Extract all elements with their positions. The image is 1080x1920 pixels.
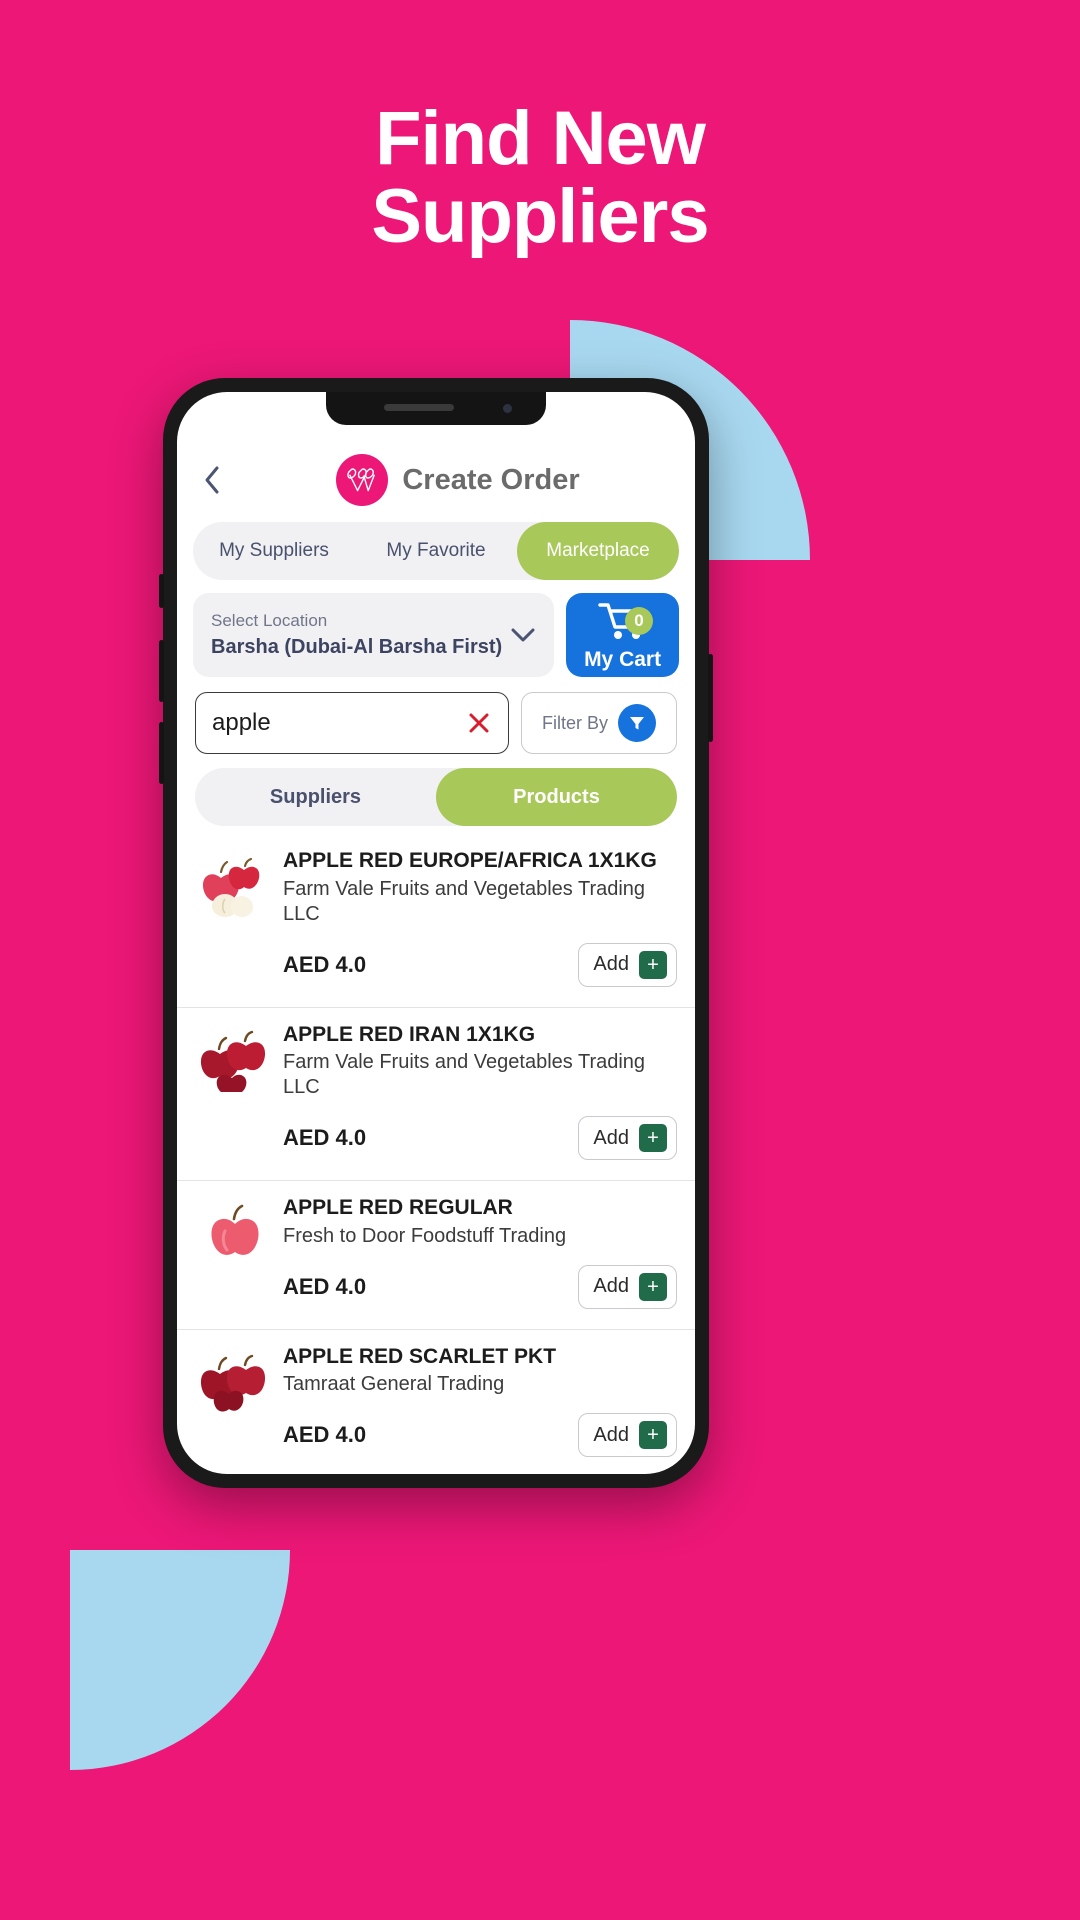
product-supplier: Farm Vale Fruits and Vegetables Trading … [283,877,646,925]
phone-mockup: Create Order My Suppliers My Favorite Ma… [159,378,713,1488]
main-tabs: My Suppliers My Favorite Marketplace [193,522,679,580]
tab-suppliers[interactable]: Suppliers [195,768,436,826]
my-cart-button[interactable]: 0 My Cart [566,593,679,677]
product-name: APPLE RED EUROPE/AFRICA 1X1KG [283,849,657,872]
headline-line-1: Find New [375,96,706,181]
main-tabs-container: My Suppliers My Favorite Marketplace [177,516,695,580]
price-row: AED 4.0 Add + [283,1413,677,1467]
product-supplier: Tamraat General Trading [283,1373,505,1396]
header-center: Create Order [239,454,677,506]
product-price: AED 4.0 [283,951,367,977]
funnel-icon [618,704,656,742]
product-price: AED 4.0 [283,1125,367,1151]
product-price: AED 4.0 [283,1273,367,1299]
result-tabs-container: Suppliers Products [177,754,695,826]
search-clear-button[interactable] [466,710,492,736]
phone-mute-switch [159,574,164,608]
cart-count-badge: 0 [625,607,653,635]
product-supplier: Farm Vale Fruits and Vegetables Trading … [283,1051,646,1099]
chevron-left-icon [205,466,219,494]
table-row[interactable]: APPLE RED IRAN 1X1KG Farm Vale Fruits an… [177,1006,695,1181]
search-row: apple Filter By [177,677,695,754]
apple-single-icon [195,1195,269,1329]
product-price: AED 4.0 [283,1422,367,1448]
product-name: APPLE RED REGULAR [283,1196,513,1220]
brand-logo-icon [336,454,389,506]
plus-icon: + [639,950,667,979]
phone-screen: Create Order My Suppliers My Favorite Ma… [177,392,695,1474]
chevron-down-icon[interactable] [510,627,536,643]
front-camera-icon [503,404,512,413]
tab-marketplace[interactable]: Marketplace [517,522,679,580]
tab-my-favorite[interactable]: My Favorite [355,522,517,580]
apples-cut-icon [195,848,269,1007]
product-info: APPLE RED SCARLET PKT Tamraat General Tr… [283,1344,677,1474]
product-info: APPLE RED IRAN 1X1KG Farm Vale Fruits an… [283,1022,677,1181]
add-label: Add [593,953,629,976]
back-button[interactable] [195,463,229,497]
close-x-icon [469,713,489,733]
decoration-bottom-left [70,1550,290,1770]
earpiece-speaker-icon [384,404,454,411]
apples-dark-icon [195,1022,269,1181]
product-name: APPLE RED SCARLET PKT [283,1344,557,1368]
cart-label: My Cart [584,648,662,671]
location-texts: Select Location Barsha (Dubai-Al Barsha … [211,611,502,659]
add-label: Add [593,1423,629,1446]
product-info: APPLE RED EUROPE/AFRICA 1X1KG Farm Vale … [283,848,677,1007]
table-row[interactable]: APPLE RED EUROPE/AFRICA 1X1KG Farm Vale … [177,834,695,1007]
location-selector[interactable]: Select Location Barsha (Dubai-Al Barsha … [193,593,555,677]
product-list: APPLE RED EUROPE/AFRICA 1X1KG Farm Vale … [177,834,695,1474]
search-value: apple [212,709,271,736]
product-name: APPLE RED IRAN 1X1KG [283,1022,536,1046]
phone-notch [326,392,546,425]
plus-icon: + [639,1272,667,1301]
search-input[interactable]: apple [195,692,509,754]
add-label: Add [593,1126,629,1149]
headline-line-2: Suppliers [371,173,709,259]
price-row: AED 4.0 Add + [283,1116,677,1170]
tab-products[interactable]: Products [436,768,677,826]
price-row: AED 4.0 Add + [283,1264,677,1319]
phone-power-button [708,654,713,742]
location-value: Barsha (Dubai-Al Barsha First) [211,636,503,658]
table-row[interactable]: APPLE RED SCARLET PKT Tamraat General Tr… [177,1328,695,1474]
add-to-cart-button[interactable]: Add + [578,1116,677,1161]
location-label: Select Location [211,611,328,630]
phone-volume-down-button [159,722,164,784]
phone-volume-up-button [159,640,164,702]
add-to-cart-button[interactable]: Add + [578,1264,677,1309]
product-info: APPLE RED REGULAR Fresh to Door Foodstuf… [283,1195,677,1329]
tab-my-suppliers[interactable]: My Suppliers [193,522,355,580]
table-row[interactable]: APPLE RED REGULAR Fresh to Door Foodstuf… [177,1180,695,1329]
filter-label: Filter By [541,712,608,733]
result-tabs: Suppliers Products [195,768,677,826]
price-row: AED 4.0 Add + [283,942,677,997]
filter-by-button[interactable]: Filter By [521,692,677,754]
location-cart-row: Select Location Barsha (Dubai-Al Barsha … [177,580,695,677]
add-to-cart-button[interactable]: Add + [578,942,677,987]
promo-headline: Find New Suppliers [0,100,1080,255]
product-supplier: Fresh to Door Foodstuff Trading [283,1224,567,1247]
plus-icon: + [639,1421,667,1450]
add-label: Add [593,1275,629,1298]
plus-icon: + [639,1124,667,1153]
apples-pair-icon [195,1344,269,1474]
page-title: Create Order [402,463,580,496]
add-to-cart-button[interactable]: Add + [578,1413,677,1458]
